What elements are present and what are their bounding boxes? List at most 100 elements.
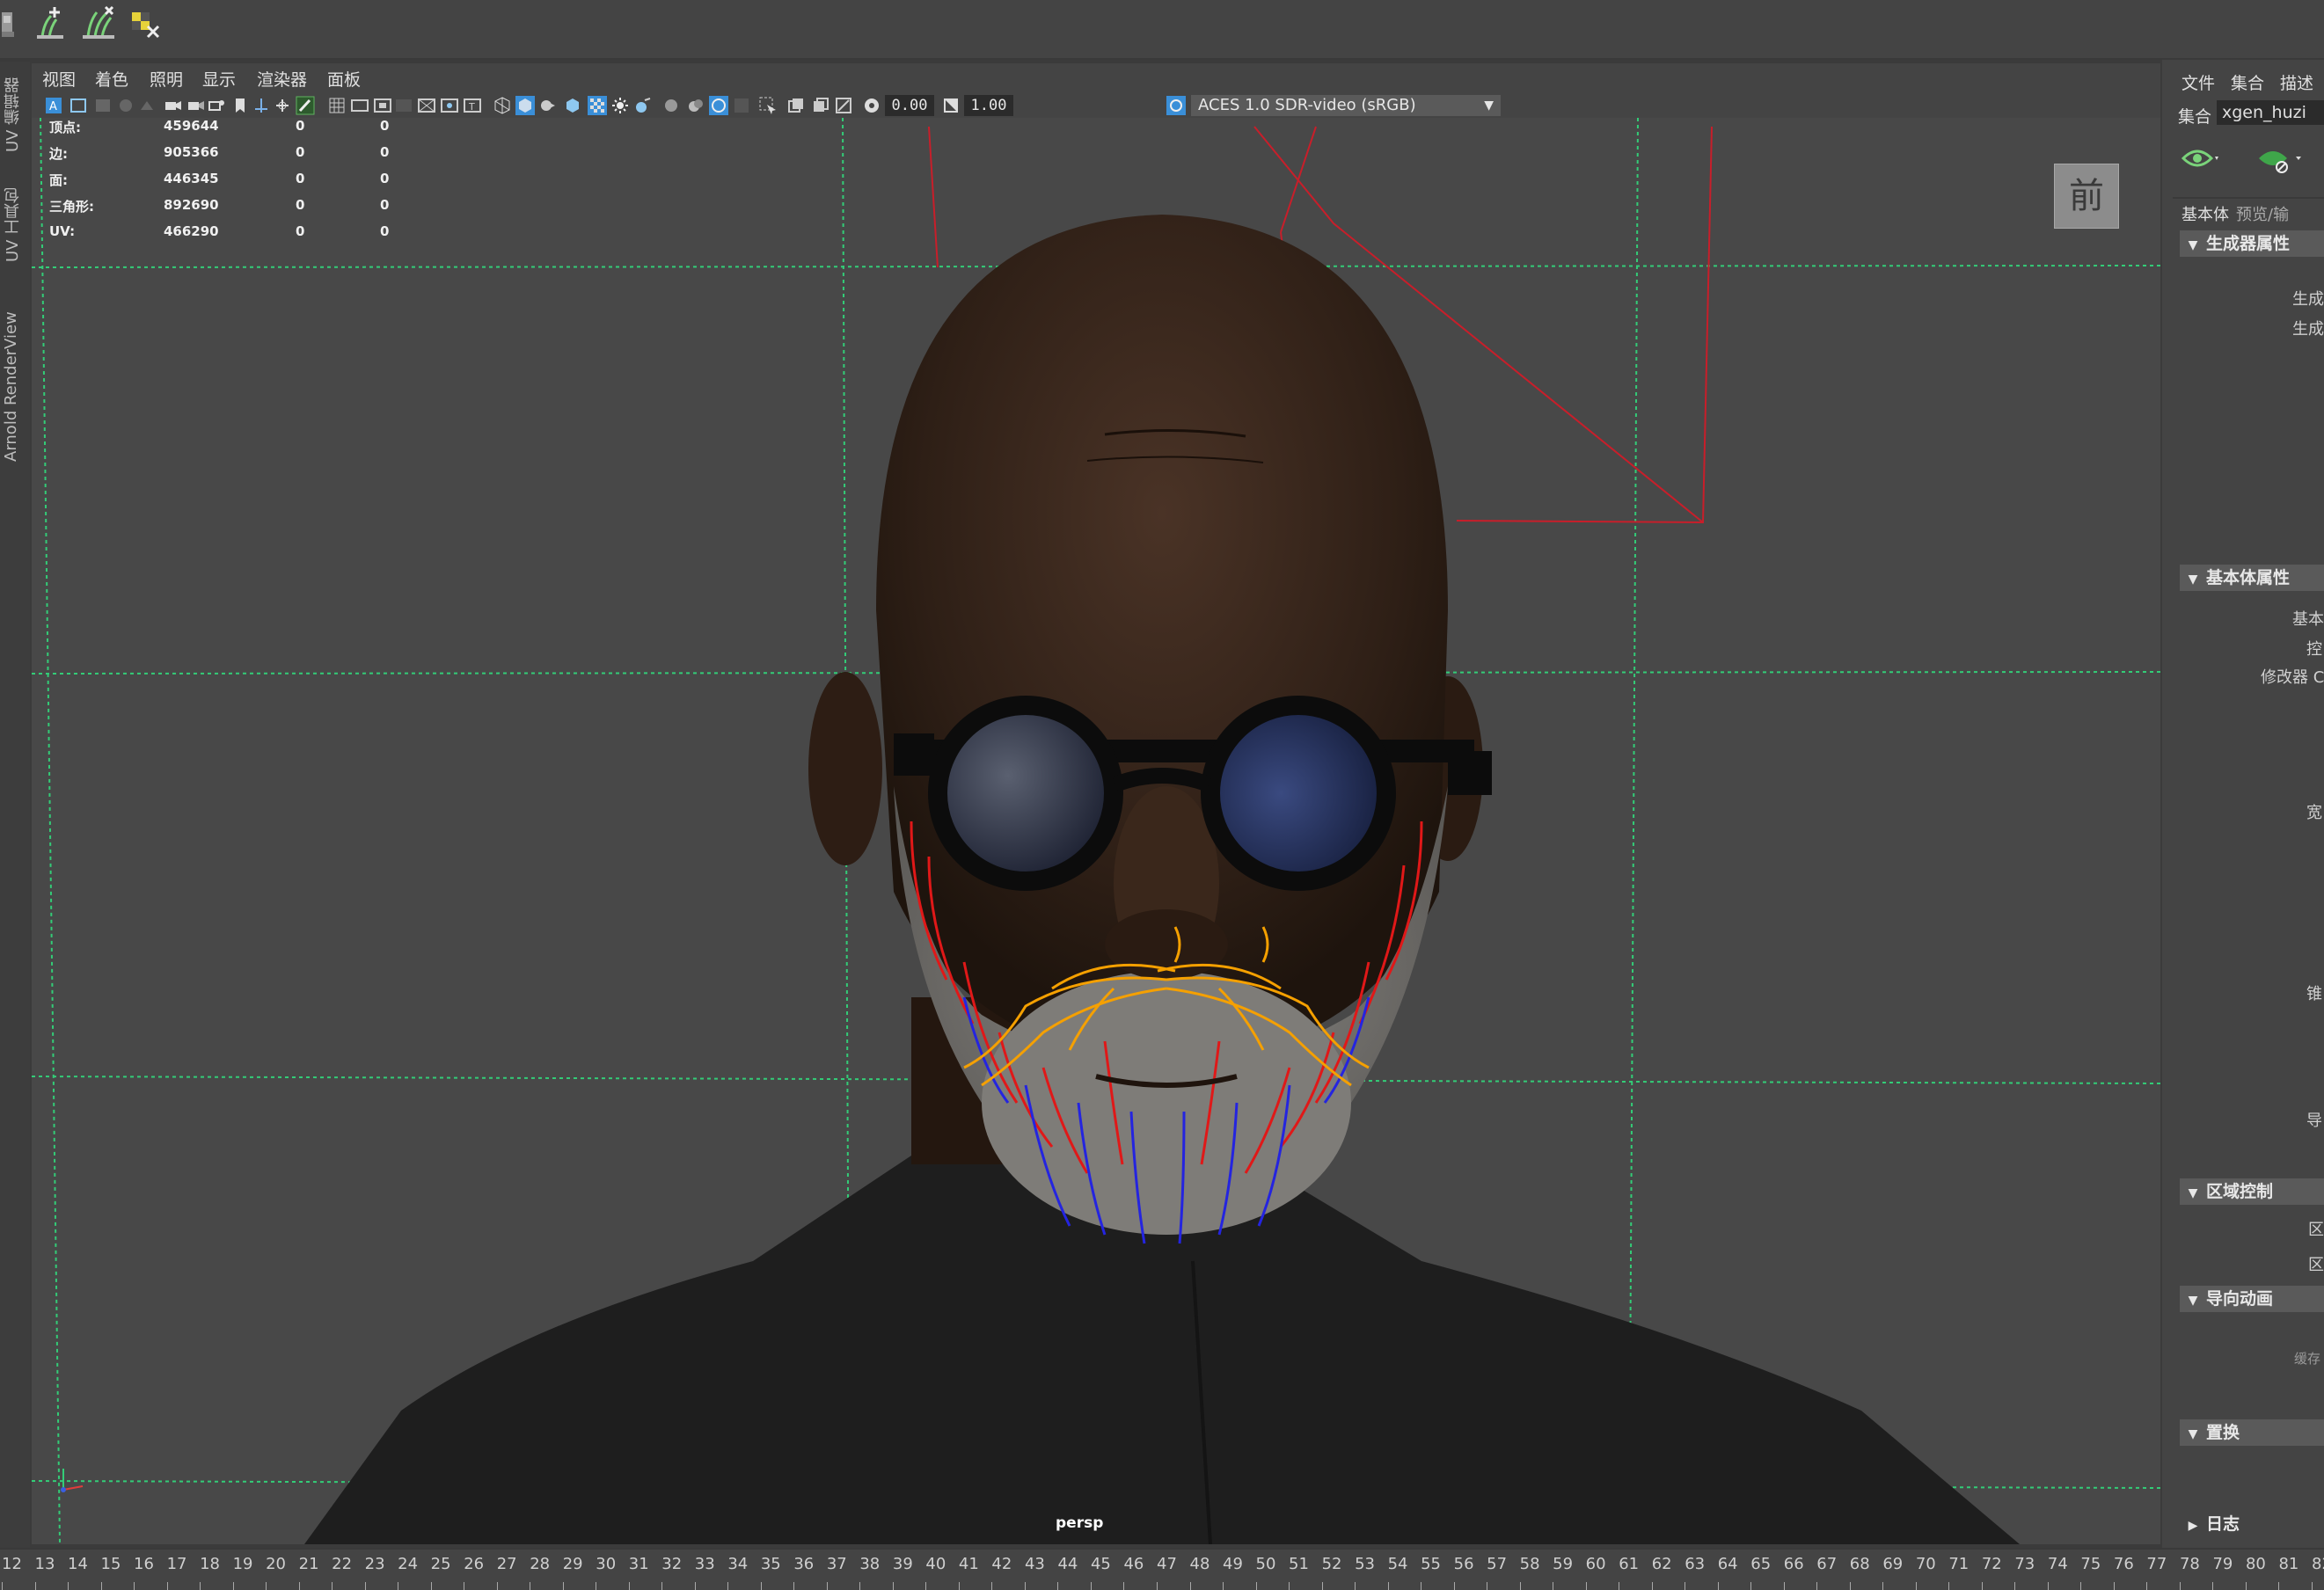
ambient-occlusion-icon[interactable] bbox=[661, 96, 681, 115]
frame-tick bbox=[2047, 1582, 2049, 1590]
eye-visibility-icon[interactable] bbox=[2181, 142, 2220, 174]
view-transform-value: ACES 1.0 SDR-video (sRGB) bbox=[1198, 96, 1416, 114]
gate-mask-icon[interactable] bbox=[252, 96, 271, 115]
isolate-select-icon[interactable] bbox=[758, 96, 778, 115]
wireframe-on-shaded-icon[interactable] bbox=[538, 96, 558, 115]
menu-panels[interactable]: 面板 bbox=[327, 67, 361, 91]
frame-number: 20 bbox=[266, 1555, 287, 1573]
add-guide-icon[interactable] bbox=[32, 4, 70, 42]
frame-tick bbox=[991, 1582, 993, 1590]
frame-number: 27 bbox=[496, 1555, 517, 1573]
section-displacement[interactable]: ▼ 置换 bbox=[2180, 1419, 2324, 1446]
gate-mask-toggle-icon[interactable] bbox=[394, 96, 413, 115]
field-chart-toggle-icon[interactable] bbox=[417, 96, 436, 115]
frame-number: 67 bbox=[1816, 1555, 1838, 1573]
camera-attributes-icon[interactable] bbox=[69, 96, 88, 115]
xgen-panel: 文件 集合 描述 集合 xgen_huzi 基本体 预览/输 ▼ 生成器属性 生成… bbox=[2162, 60, 2324, 1548]
xgen-menu-file[interactable]: 文件 bbox=[2181, 70, 2215, 94]
frame-tick bbox=[2312, 1582, 2313, 1590]
section-generator-attributes[interactable]: ▼ 生成器属性 bbox=[2180, 230, 2324, 257]
grease-pencil-icon[interactable] bbox=[164, 96, 183, 115]
xgen-menu-description[interactable]: 描述 bbox=[2280, 70, 2313, 94]
frame-number: 58 bbox=[1519, 1555, 1540, 1573]
scene-canvas bbox=[32, 118, 2160, 1544]
menu-show[interactable]: 显示 bbox=[202, 67, 236, 91]
gamma-icon[interactable] bbox=[941, 96, 961, 115]
exposure-icon[interactable] bbox=[862, 96, 881, 115]
xgen-menu-collection[interactable]: 集合 bbox=[2231, 70, 2264, 94]
bookmark-icon[interactable] bbox=[93, 96, 113, 115]
xray-icon[interactable] bbox=[588, 96, 607, 115]
section-guide-animation[interactable]: ▼ 导向动画 bbox=[2180, 1286, 2324, 1312]
two-d-pan-icon[interactable] bbox=[137, 96, 157, 115]
color-management-icon[interactable] bbox=[1166, 96, 1186, 115]
section-region-control[interactable]: ▼ 区域控制 bbox=[2180, 1178, 2324, 1205]
panel-menu-bar: 视图 着色 照明 显示 渲染器 面板 bbox=[32, 63, 2160, 93]
frame-number: 19 bbox=[232, 1555, 253, 1573]
anti-aliasing-icon[interactable] bbox=[709, 96, 728, 115]
menu-shading[interactable]: 着色 bbox=[95, 67, 128, 91]
frame-number: 61 bbox=[1619, 1555, 1640, 1573]
menu-lighting[interactable]: 照明 bbox=[150, 67, 183, 91]
frame-number: 33 bbox=[694, 1555, 715, 1573]
film-gate-toggle-icon[interactable] bbox=[350, 96, 369, 115]
time-slider[interactable]: 12 13 14 15 16 17 18 19 20 21 22 23 24 25 26 27 28 29 30 31… bbox=[0, 1548, 2324, 1590]
label-region-1: 区 bbox=[2308, 1221, 2324, 1239]
tab-uv-toolkit[interactable]: UV 工具包 bbox=[2, 176, 26, 273]
frame-tick bbox=[1157, 1582, 1158, 1590]
frame-tick bbox=[430, 1582, 432, 1590]
backface-culling-icon[interactable] bbox=[834, 96, 853, 115]
smooth-shade-icon[interactable] bbox=[515, 96, 535, 115]
shadows-icon[interactable] bbox=[633, 96, 653, 115]
resolution-toggle-icon[interactable] bbox=[373, 96, 392, 115]
bookmark-flag-icon[interactable] bbox=[230, 96, 250, 115]
select-camera-icon[interactable]: A bbox=[44, 96, 63, 115]
hide-guides-icon[interactable] bbox=[2257, 142, 2306, 174]
view-transform-dropdown[interactable]: ACES 1.0 SDR-video (sRGB) ▼ bbox=[1191, 95, 1501, 116]
frame-tick bbox=[826, 1582, 828, 1590]
safe-title-icon[interactable]: T bbox=[463, 96, 482, 115]
frame-number: 38 bbox=[859, 1555, 881, 1573]
label-region-2: 区 bbox=[2308, 1256, 2324, 1274]
frame-tick bbox=[2245, 1582, 2247, 1590]
frame-tick bbox=[332, 1582, 333, 1590]
image-plane-icon[interactable] bbox=[116, 96, 135, 115]
film-gate-icon[interactable] bbox=[186, 96, 206, 115]
textured-icon[interactable] bbox=[563, 96, 582, 115]
viewport-3d[interactable]: 顶点: 459644 0 0 边: 905366 0 0 面: 446345 0… bbox=[32, 118, 2160, 1544]
checker-icon[interactable] bbox=[127, 4, 165, 42]
menu-view[interactable]: 视图 bbox=[42, 67, 76, 91]
xray-joints-icon[interactable] bbox=[786, 96, 806, 115]
view-cube[interactable]: 前 bbox=[2054, 164, 2119, 229]
section-primitive-attributes[interactable]: ▼ 基本体属性 bbox=[2180, 565, 2324, 591]
sculpt-guides-icon[interactable] bbox=[79, 4, 118, 42]
frame-number: 36 bbox=[793, 1555, 815, 1573]
grid-icon[interactable] bbox=[327, 96, 347, 115]
tab-primitives[interactable]: 基本体 bbox=[2181, 202, 2229, 225]
menu-renderer[interactable]: 渲染器 bbox=[257, 67, 307, 91]
frame-tick bbox=[859, 1582, 861, 1590]
frame-number: 31 bbox=[628, 1555, 649, 1573]
collection-field[interactable]: xgen_huzi bbox=[2217, 100, 2324, 125]
safe-action-icon[interactable] bbox=[440, 96, 459, 115]
gamma-field[interactable]: 1.00 bbox=[964, 95, 1013, 116]
section-log[interactable]: ▶ 日志 bbox=[2180, 1511, 2324, 1537]
xray-active-icon[interactable] bbox=[811, 96, 830, 115]
motion-blur-icon[interactable] bbox=[686, 96, 705, 115]
frame-tick bbox=[661, 1582, 663, 1590]
tab-arnold-renderview[interactable]: Arnold RenderView bbox=[2, 281, 26, 492]
wireframe-icon[interactable] bbox=[493, 96, 512, 115]
frame-tick bbox=[1223, 1582, 1224, 1590]
frame-number: 18 bbox=[200, 1555, 220, 1573]
use-all-lights-icon[interactable] bbox=[610, 96, 630, 115]
exposure-field[interactable]: 0.00 bbox=[885, 95, 934, 116]
frame-number: 54 bbox=[1387, 1555, 1408, 1573]
tab-preview[interactable]: 预览/输 bbox=[2236, 202, 2289, 225]
depth-of-field-icon[interactable] bbox=[732, 96, 751, 115]
frame-tick bbox=[1024, 1582, 1026, 1590]
resolution-gate-icon[interactable] bbox=[208, 96, 227, 115]
tab-uv-editor[interactable]: UV 编辑器 bbox=[2, 70, 26, 158]
paint-brush-icon[interactable] bbox=[296, 96, 315, 115]
panel-toolbar: A T 0.00 1.00 ACES 1.0 SDR-video (sRGB) … bbox=[32, 93, 2160, 118]
field-chart-icon[interactable] bbox=[273, 96, 292, 115]
